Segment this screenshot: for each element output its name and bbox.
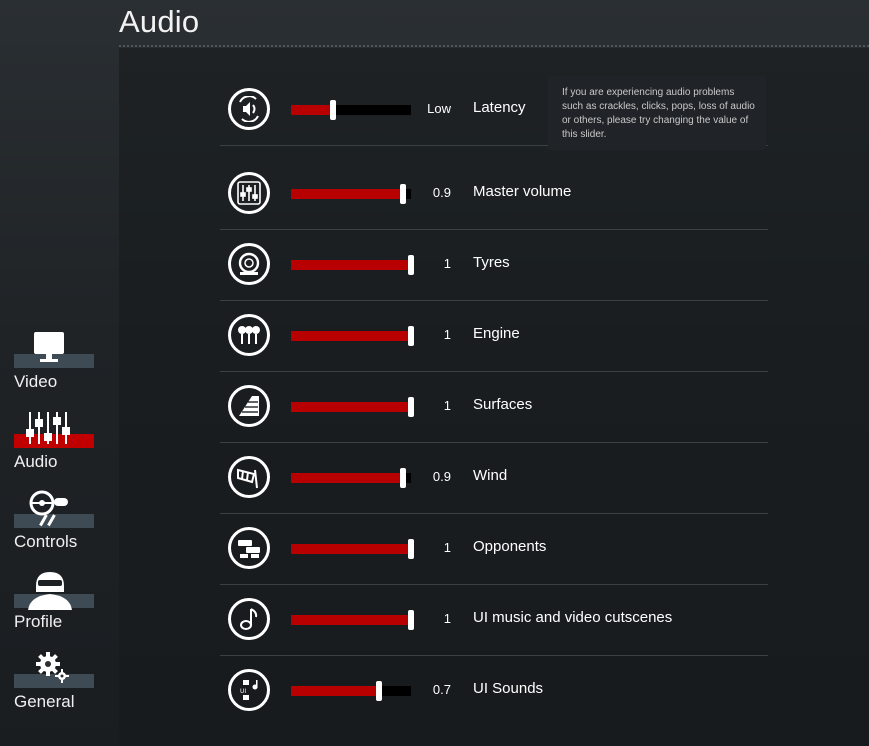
setting-value: 1 xyxy=(443,540,451,555)
sidebar-item-general[interactable]: General xyxy=(14,652,96,726)
latency-slider[interactable] xyxy=(291,100,411,120)
sidebar-item-label: General xyxy=(14,692,75,711)
setting-value: 1 xyxy=(443,327,451,342)
setting-value: Low xyxy=(427,101,451,116)
sidebar: Video Audio Controls Profile General xyxy=(0,0,110,746)
setting-label: UI music and video cutscenes xyxy=(473,609,673,626)
surfaces-slider[interactable] xyxy=(291,397,414,417)
music-note-icon xyxy=(228,598,270,640)
sidebar-item-audio[interactable]: Audio xyxy=(14,412,96,486)
page-title: Audio xyxy=(119,4,200,39)
setting-row-master-volume: 0.9 Master volume xyxy=(220,158,768,230)
speaker-sync-icon xyxy=(228,88,270,130)
setting-label: UI Sounds xyxy=(473,680,544,697)
wind-slider[interactable] xyxy=(291,468,411,488)
opponent-cars-icon xyxy=(228,527,270,569)
slider-fill xyxy=(291,189,403,199)
slider-fill xyxy=(291,331,411,341)
ui-sounds-icon: UI xyxy=(228,669,270,711)
windsock-icon xyxy=(228,456,270,498)
setting-label: Tyres xyxy=(473,254,510,271)
sidebar-item-controls[interactable]: Controls xyxy=(14,490,96,566)
monitor-icon xyxy=(34,332,64,362)
pistons-icon xyxy=(228,314,270,356)
setting-value: 1 xyxy=(443,611,451,626)
tyre-icon xyxy=(228,243,270,285)
title-divider xyxy=(119,45,869,47)
ui-music-slider[interactable] xyxy=(291,610,414,630)
setting-label: Opponents xyxy=(473,538,547,555)
sidebar-item-label: Audio xyxy=(14,452,58,471)
slider-fill xyxy=(291,402,411,412)
setting-row-surfaces: 1 Surfaces xyxy=(220,371,768,443)
slider-fill xyxy=(291,686,379,696)
setting-row-engine: 1 Engine xyxy=(220,300,768,372)
setting-row-wind: 0.9 Wind xyxy=(220,442,768,514)
driver-helmet-icon xyxy=(28,572,72,610)
sidebar-item-profile[interactable]: Profile xyxy=(14,572,96,646)
master-volume-slider[interactable] xyxy=(291,184,411,204)
gears-icon xyxy=(36,652,69,683)
sidebar-item-label: Controls xyxy=(14,532,78,551)
tyres-slider[interactable] xyxy=(291,255,414,275)
opponents-slider[interactable] xyxy=(291,539,414,559)
slider-fill xyxy=(291,615,411,625)
sidebar-item-label: Profile xyxy=(14,612,63,631)
slider-fill xyxy=(291,473,403,483)
svg-text:UI: UI xyxy=(240,688,246,695)
setting-row-ui-music: 1 UI music and video cutscenes xyxy=(220,584,768,656)
slider-fill xyxy=(291,260,411,270)
slider-knob[interactable] xyxy=(375,681,382,701)
setting-label: Latency xyxy=(473,99,526,116)
setting-label: Wind xyxy=(473,467,508,484)
setting-value: 0.9 xyxy=(432,185,451,200)
slider-knob[interactable] xyxy=(399,468,406,488)
slider-knob[interactable] xyxy=(399,184,406,204)
setting-row-ui-sounds: UI 0.7 UI Sounds xyxy=(220,655,768,726)
setting-value: 1 xyxy=(443,398,451,413)
steering-wheel-icon xyxy=(29,490,68,527)
setting-row-tyres: 1 Tyres xyxy=(220,229,768,301)
sidebar-item-label: Video xyxy=(14,372,58,391)
setting-label: Master volume xyxy=(473,183,572,200)
setting-value: 0.7 xyxy=(432,682,451,697)
setting-value: 1 xyxy=(443,256,451,271)
latency-help-tooltip: If you are experiencing audio problems s… xyxy=(548,76,766,150)
sidebar-item-video[interactable]: Video xyxy=(14,332,96,406)
road-surface-icon xyxy=(228,385,270,427)
mixer-icon xyxy=(26,412,70,444)
slider-knob[interactable] xyxy=(330,100,336,120)
setting-row-opponents: 1 Opponents xyxy=(220,513,768,585)
slider-fill xyxy=(291,105,333,115)
setting-label: Engine xyxy=(473,325,520,342)
ui-sounds-slider[interactable] xyxy=(291,681,411,701)
slider-fill xyxy=(291,544,411,554)
mixer-icon xyxy=(228,172,270,214)
setting-label: Surfaces xyxy=(473,396,533,413)
engine-slider[interactable] xyxy=(291,326,414,346)
setting-value: 0.9 xyxy=(432,469,451,484)
